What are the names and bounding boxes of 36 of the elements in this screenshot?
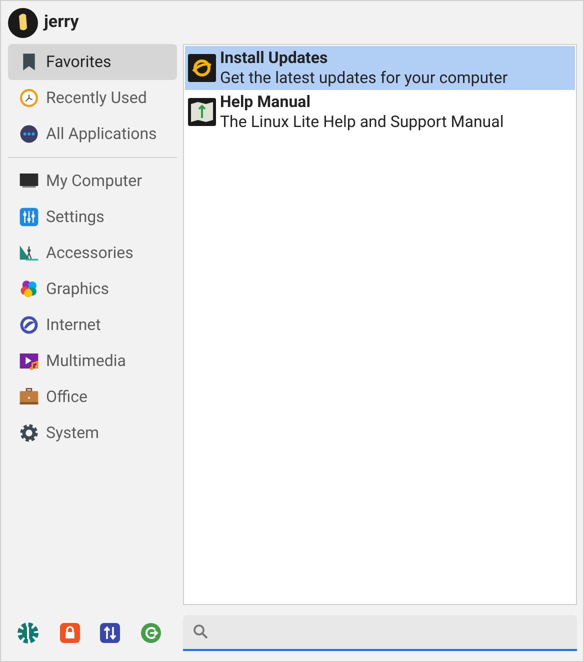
sidebar-item[interactable]: Favorites bbox=[8, 44, 177, 80]
logout-icon[interactable] bbox=[140, 622, 161, 642]
globe-icon bbox=[19, 315, 39, 335]
user-name: jerry bbox=[44, 10, 79, 34]
app-name: Help Manual bbox=[220, 92, 312, 112]
gear-icon bbox=[19, 423, 39, 443]
sidebar-item[interactable]: Settings bbox=[8, 199, 177, 235]
clock-icon bbox=[19, 88, 39, 108]
avatar-icon bbox=[8, 8, 38, 38]
app-description: Get the latest updates for your computer bbox=[220, 68, 508, 88]
briefcase-icon bbox=[19, 387, 39, 407]
switch-user-icon[interactable] bbox=[100, 622, 120, 642]
sidebar-item[interactable]: Graphics bbox=[8, 271, 177, 307]
media-icon bbox=[19, 351, 39, 371]
sidebar-item[interactable]: Recently Used bbox=[8, 80, 177, 116]
sidebar-item[interactable]: Office bbox=[8, 379, 177, 415]
search-icon bbox=[193, 624, 208, 639]
app-item[interactable]: Install Updates Get the latest updates for your computer bbox=[185, 46, 575, 90]
sidebar-item[interactable]: Accessories bbox=[8, 235, 177, 271]
app-item[interactable]: Help Manual The Linux Lite Help and Support Manual bbox=[185, 90, 575, 134]
update-icon bbox=[188, 54, 216, 82]
petals-icon bbox=[19, 279, 39, 299]
app-description: The Linux Lite Help and Support Manual bbox=[220, 112, 504, 132]
sidebar-item[interactable]: Internet bbox=[8, 307, 177, 343]
sidebar-item[interactable]: System bbox=[8, 415, 177, 451]
sidebar-item[interactable]: All Applications bbox=[8, 116, 177, 152]
gear-icon[interactable] bbox=[17, 622, 40, 644]
sliders-icon bbox=[19, 207, 39, 227]
dots-icon bbox=[19, 124, 39, 144]
sidebar-item[interactable]: Multimedia bbox=[8, 343, 177, 379]
sidebar-item[interactable]: My Computer bbox=[8, 163, 177, 199]
search-field[interactable] bbox=[183, 614, 577, 650]
map-icon bbox=[188, 98, 216, 126]
lock-icon[interactable] bbox=[60, 622, 80, 642]
drafting-icon bbox=[19, 243, 39, 263]
app-name: Install Updates bbox=[220, 48, 329, 68]
